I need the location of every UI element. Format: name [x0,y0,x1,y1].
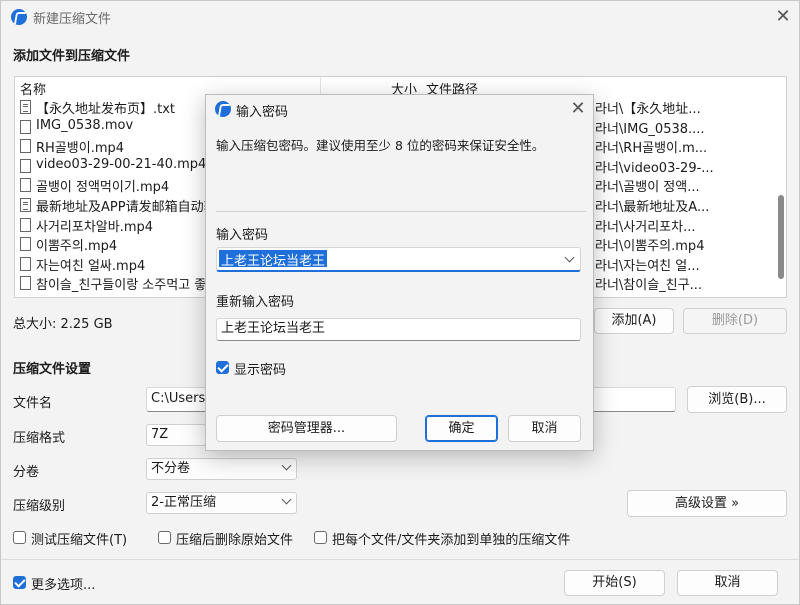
file-icon [20,119,31,134]
advanced-settings-button[interactable]: 高级设置 » [627,490,787,517]
file-icon [20,139,31,154]
dialog-close-icon[interactable]: ✕ [570,100,586,118]
split-select[interactable]: 不分卷 [146,458,297,480]
file-icon [20,158,31,173]
file-path: 라너\골뱅이 정액... [595,180,700,196]
file-path: 라너\IMG_0538.... [595,121,705,137]
format-value: 7Z [151,427,169,442]
dialog-cancel-button[interactable]: 取消 [508,415,581,442]
file-icon [20,217,31,232]
file-path: 라너\이뽐주의.mp4 [595,239,705,255]
dialog-app-icon [215,101,231,117]
file-path: 라너\RH골뱅이.m... [595,141,708,157]
password-value: 上老王论坛当老王 [219,250,328,269]
separate-archive-label[interactable]: 把每个文件/文件夹添加到单独的压缩文件 [332,529,570,548]
chevron-down-icon[interactable] [564,252,575,263]
col-name-header[interactable]: 名称 [20,79,46,98]
file-path: 라너\자는여친 얼... [595,258,700,274]
reenter-label: 重新输入密码 [216,295,295,310]
file-path: 라너\참이슬_친구... [595,278,702,294]
split-label: 分卷 [13,465,40,480]
section-settings-title: 压缩文件设置 [13,362,92,377]
file-path: 라너\最新地址及A... [595,200,710,215]
file-name: 참이슬_친구들이랑 소주먹고 좋 [36,278,207,294]
separate-archive-checkbox[interactable] [314,531,327,544]
file-name: 이뽐주의.mp4 [36,239,118,255]
file-name: video03-29-00-21-40.mp4 [36,156,207,172]
file-name: 골뱅이 정액먹이기.mp4 [36,180,170,196]
file-path: 라너\video03-29-... [595,160,714,176]
split-value: 不分卷 [151,461,191,476]
file-name: RH골뱅이.mp4 [36,141,125,157]
password-label: 输入密码 [216,228,269,243]
file-name: 最新地址及APP请发邮箱自动获 [36,200,217,215]
file-icon [20,178,31,193]
test-archive-checkbox[interactable] [13,531,26,544]
text-file-icon [20,198,31,212]
add-button[interactable]: 添加(A) [594,308,674,334]
file-name: IMG_0538.mov [36,117,134,133]
file-name: 【永久地址发布页】.txt [36,102,176,117]
ok-button[interactable]: 确定 [425,415,498,442]
close-icon[interactable]: ✕ [775,8,791,26]
level-value: 2-正常压缩 [151,495,216,510]
show-password-label[interactable]: 显示密码 [234,359,286,378]
text-file-icon [20,100,31,114]
window-title: 新建压缩文件 [33,12,112,27]
start-button[interactable]: 开始(S) [564,570,665,596]
delete-button[interactable]: 删除(D) [683,308,787,334]
section-add-title: 添加文件到压缩文件 [13,49,131,64]
dialog-title: 输入密码 [236,105,289,120]
test-archive-label[interactable]: 测试压缩文件(T) [31,529,127,548]
show-password-checkbox[interactable] [216,361,229,374]
app-logo-icon [11,9,27,25]
format-select[interactable]: 7Z [146,424,206,446]
file-path: 라너\【永久地址... [595,102,701,117]
delete-after-checkbox[interactable] [158,531,171,544]
footer-divider [1,559,799,560]
password-manager-button[interactable]: 密码管理器... [216,415,397,442]
chevron-down-icon [281,460,292,471]
chevron-down-icon [281,494,292,505]
format-label: 压缩格式 [13,431,66,446]
file-name: 사거리포차알바.mp4 [36,219,154,235]
delete-after-label[interactable]: 压缩后删除原始文件 [176,529,293,548]
password-dialog: 输入密码 ✕ 输入压缩包密码。建议使用至少 8 位的密码来保证安全性。 输入密码… [205,94,594,451]
filename-label: 文件名 [13,396,53,411]
more-options-checkbox[interactable] [13,576,26,589]
reenter-input[interactable]: 上老王论坛当老王 [216,318,581,341]
level-label: 压缩级别 [13,499,66,514]
title-bar: 新建压缩文件 ✕ [1,1,799,33]
level-select[interactable]: 2-正常压缩 [146,492,297,514]
file-name: 자는여친 얼싸.mp4 [36,258,146,274]
scrollbar[interactable] [778,195,784,279]
more-options-label[interactable]: 更多选项... [31,574,95,593]
file-path: 라너\사거리포차... [595,219,696,235]
browse-button[interactable]: 浏览(B)... [687,386,787,413]
dialog-description: 输入压缩包密码。建议使用至少 8 位的密码来保证安全性。 [216,138,545,153]
file-icon [20,276,31,291]
cancel-button[interactable]: 取消 [677,570,778,596]
file-icon [20,237,31,252]
dialog-separator [216,211,586,212]
password-input[interactable]: 上老王论坛当老王 [216,247,581,272]
file-icon [20,256,31,271]
total-size: 总大小: 2.25 GB [13,317,113,332]
